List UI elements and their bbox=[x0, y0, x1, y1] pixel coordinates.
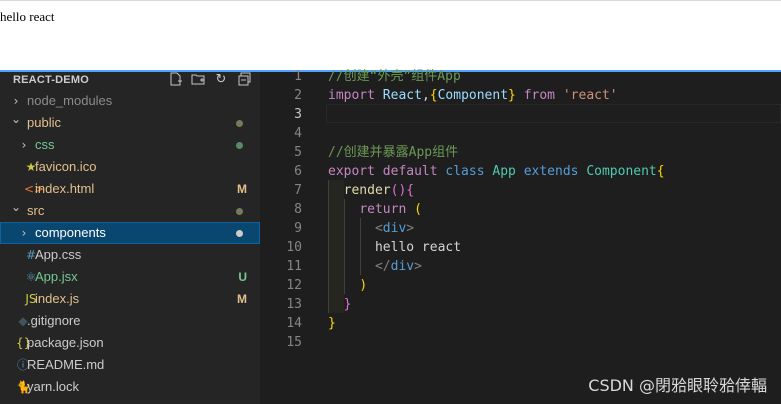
code-text: } bbox=[343, 297, 352, 312]
tree-file[interactable]: ◆ .gitignore bbox=[0, 310, 260, 332]
code-line: 4 bbox=[260, 124, 781, 143]
tree-folder[interactable]: ⌄ public bbox=[0, 112, 260, 134]
code-line: 10 hello react bbox=[260, 238, 781, 257]
line-number: 1 bbox=[294, 69, 302, 84]
tree-item-label: components bbox=[35, 225, 106, 240]
tree-item-label: css bbox=[35, 137, 55, 152]
tree-folder[interactable]: › node_modules bbox=[0, 90, 260, 112]
code-text: import React,{Component} from 'react' bbox=[328, 88, 618, 103]
tree-file[interactable]: 🐈 yarn.lock bbox=[0, 376, 260, 398]
code-line: 9 <div> bbox=[260, 219, 781, 238]
code-line: 12 ) bbox=[260, 276, 781, 295]
code-text: } bbox=[328, 316, 336, 331]
tree-file[interactable]: JS index.js M bbox=[0, 288, 260, 310]
code-line: 7 render(){ bbox=[260, 181, 781, 200]
code-line: 13 } bbox=[260, 295, 781, 314]
tree-item-label: App.css bbox=[35, 247, 82, 262]
code-line: 1 //创建“外壳”组件App bbox=[260, 67, 781, 86]
tree-file[interactable]: # App.css bbox=[0, 244, 260, 266]
line-number: 14 bbox=[286, 316, 302, 331]
tree-item-label: public bbox=[27, 115, 61, 130]
code-text: //创建“外壳”组件App bbox=[328, 69, 461, 84]
refresh-icon[interactable]: ↻ bbox=[213, 72, 229, 88]
tree-item-label: package.json bbox=[27, 335, 104, 350]
vscode-window: REACT-DEMO ↻ › node_modules ⌄ public › css ★ fa… bbox=[0, 69, 781, 404]
tree-file[interactable]: {} package.json bbox=[0, 332, 260, 354]
tree-file[interactable]: ⓘ README.md bbox=[0, 354, 260, 376]
tree-item-label: src bbox=[27, 203, 45, 218]
git-status-badge: M bbox=[237, 182, 247, 196]
csdn-watermark: CSDN @閉𬌗眼聆𬌗倖輻 bbox=[588, 376, 767, 395]
line-number: 9 bbox=[294, 221, 302, 236]
line-number: 2 bbox=[294, 88, 302, 103]
collapse-all-icon[interactable] bbox=[237, 72, 253, 88]
code-editor[interactable]: 1 //创建“外壳”组件App 2 import React,{Component} … bbox=[260, 69, 781, 404]
code-line: 2 import React,{Component} from 'react' bbox=[260, 86, 781, 105]
line-number: 6 bbox=[294, 164, 302, 179]
code-text: render(){ bbox=[343, 183, 415, 198]
explorer-header: REACT-DEMO ↻ bbox=[0, 72, 260, 90]
chevron-right-icon[interactable]: › bbox=[18, 134, 30, 156]
modified-dot bbox=[236, 142, 243, 149]
rendered-output-text: hello react bbox=[0, 9, 55, 24]
line-number: 13 bbox=[286, 297, 302, 312]
code-text: ) bbox=[359, 278, 368, 293]
tree-item-label: .gitignore bbox=[27, 313, 81, 328]
code-line: 6 export default class App extends Compon… bbox=[260, 162, 781, 181]
line-number: 15 bbox=[286, 335, 302, 350]
tree-file[interactable]: ⚛ App.jsx U bbox=[0, 266, 260, 288]
code-line: 11 </div> bbox=[260, 257, 781, 276]
tree-folder[interactable]: › css bbox=[0, 134, 260, 156]
chevron-right-icon[interactable]: › bbox=[18, 222, 30, 244]
code-text: return ( bbox=[359, 202, 422, 217]
tree-item-label: index.html bbox=[35, 181, 95, 196]
browser-preview: hello react bbox=[0, 0, 781, 70]
modified-dot bbox=[236, 120, 243, 127]
line-number: 8 bbox=[294, 202, 302, 217]
code-text: hello react bbox=[328, 240, 462, 255]
new-file-icon[interactable] bbox=[168, 72, 184, 88]
tree-file[interactable]: <> index.html M bbox=[0, 178, 260, 200]
line-number: 12 bbox=[286, 278, 302, 293]
line-number: 5 bbox=[294, 145, 302, 160]
tree-folder[interactable]: › components bbox=[0, 222, 260, 244]
chevron-down-icon[interactable]: ⌄ bbox=[10, 196, 22, 218]
tree-item-label: App.jsx bbox=[35, 269, 78, 284]
line-number: 7 bbox=[294, 183, 302, 198]
line-number: 11 bbox=[286, 259, 302, 274]
git-status-badge: M bbox=[237, 292, 247, 306]
code-line: 15 bbox=[260, 333, 781, 352]
code-text: <div> bbox=[374, 221, 415, 236]
chevron-down-icon[interactable]: ⌄ bbox=[10, 108, 22, 130]
workspace-title: REACT-DEMO bbox=[13, 74, 89, 86]
code-text: </div> bbox=[374, 259, 422, 274]
code-line: 8 return ( bbox=[260, 200, 781, 219]
code-text: export default class App extends Compone… bbox=[328, 164, 665, 179]
code-text: //创建并暴露App组件 bbox=[328, 145, 459, 160]
line-number: 10 bbox=[286, 240, 302, 255]
tree-folder[interactable]: ⌄ src bbox=[0, 200, 260, 222]
modified-dot bbox=[236, 208, 243, 215]
modified-dot bbox=[236, 230, 243, 237]
code-line: 14} bbox=[260, 314, 781, 333]
line-number: 3 bbox=[294, 107, 302, 122]
code-line: 3 bbox=[260, 105, 781, 124]
tree-item-label: index.js bbox=[35, 291, 80, 306]
tree-item-label: node_modules bbox=[27, 93, 113, 108]
new-folder-icon[interactable] bbox=[190, 72, 206, 88]
tree-item-label: favicon.ico bbox=[35, 159, 97, 174]
code-line: 5 //创建并暴露App组件 bbox=[260, 143, 781, 162]
line-number: 4 bbox=[294, 126, 302, 141]
tree-item-label: README.md bbox=[27, 357, 105, 372]
tree-file[interactable]: ★ favicon.ico bbox=[0, 156, 260, 178]
explorer-sidebar: REACT-DEMO ↻ › node_modules ⌄ public › css ★ fa… bbox=[0, 72, 260, 404]
tree-item-label: yarn.lock bbox=[27, 379, 80, 394]
git-status-badge: U bbox=[238, 270, 247, 284]
